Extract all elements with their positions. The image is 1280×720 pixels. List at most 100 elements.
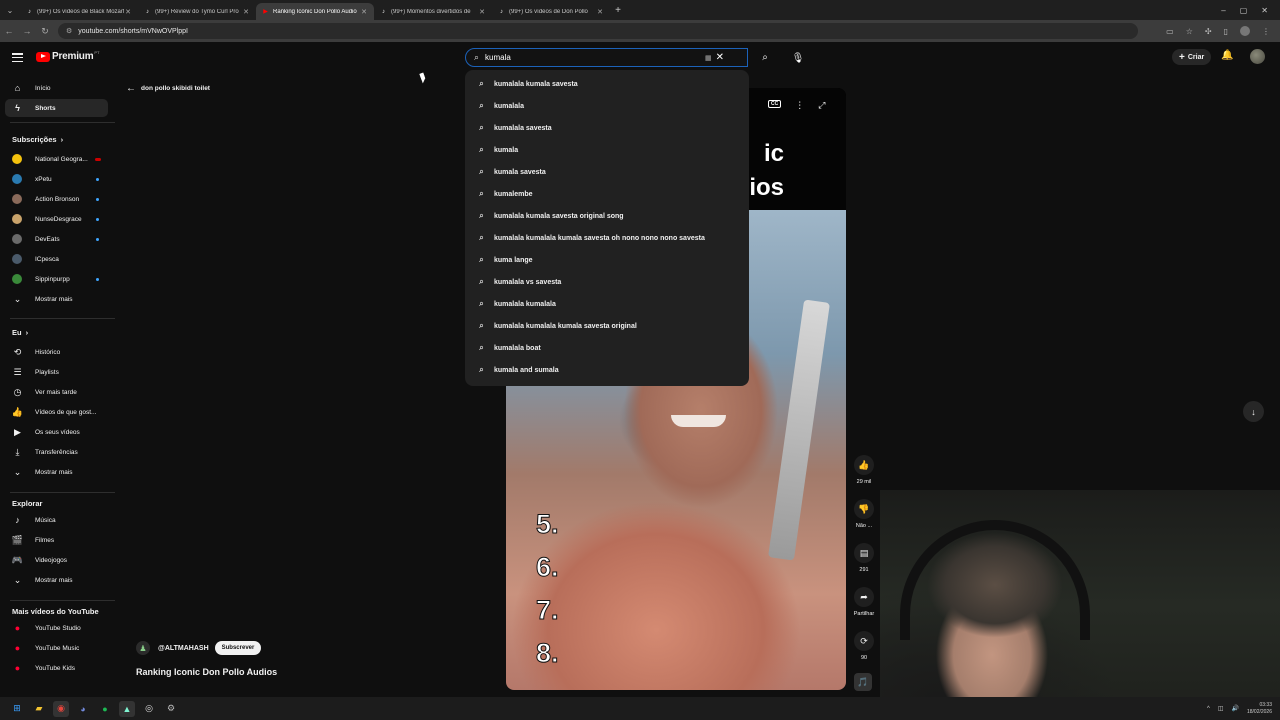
search-suggestion[interactable]: ⌕ kuma lange	[465, 249, 749, 271]
dislike-action[interactable]: 👎 Não ...	[850, 499, 878, 529]
menu-icon[interactable]	[12, 53, 23, 62]
streamlabs-icon[interactable]: ▲	[119, 700, 135, 717]
sidebar-item[interactable]: 🎬 Filmes	[5, 531, 108, 549]
tab-close-icon[interactable]: ✕	[124, 8, 132, 16]
browser-tab[interactable]: ♪ (99+) Review do Tymo Curl Pro ✕	[138, 3, 256, 20]
youtube-product-item[interactable]: ● YouTube Kids	[5, 659, 108, 677]
minimize-icon[interactable]: –	[1221, 6, 1225, 15]
search-box[interactable]: ⌕ ▦ ✕	[465, 48, 748, 67]
share-action[interactable]: ➦ Partilhar	[850, 587, 878, 617]
discord-icon[interactable]: ◕	[75, 701, 91, 717]
tray-chevron-icon[interactable]: ^	[1207, 706, 1210, 712]
keyboard-icon[interactable]: ▦	[705, 54, 712, 62]
settings-icon[interactable]: ⚙	[163, 701, 179, 717]
subscribe-button[interactable]: Subscrever	[214, 641, 262, 655]
subscription-item[interactable]: National Geogra...	[5, 150, 108, 168]
sidebar-toggle-icon[interactable]: ▯	[1224, 27, 1228, 36]
tab-close-icon[interactable]: ✕	[478, 8, 486, 16]
sidebar-item[interactable]: ⤓ Transferências	[5, 443, 108, 461]
sidebar-item[interactable]: ⌄ Mostrar mais	[5, 290, 108, 308]
reload-icon[interactable]: ↻	[36, 26, 54, 37]
captions-icon[interactable]: CC	[768, 100, 782, 108]
notifications-bell-icon[interactable]: 🔔	[1221, 50, 1233, 61]
profile-avatar[interactable]	[1240, 26, 1250, 36]
sound-thumbnail[interactable]: 🎵	[854, 673, 872, 691]
next-short-button[interactable]: ↓	[1243, 401, 1264, 422]
like-action[interactable]: 👍 29 mil	[850, 455, 878, 485]
sidebar-item[interactable]: ☰ Playlists	[5, 363, 108, 381]
search-suggestion[interactable]: ⌕ kumala savesta	[465, 161, 749, 183]
sidebar-item[interactable]: ⌄ Mostrar mais	[5, 463, 108, 481]
subscription-item[interactable]: ICpesca	[5, 250, 108, 268]
bookmark-star-icon[interactable]: ☆	[1186, 27, 1193, 36]
search-input[interactable]	[485, 53, 706, 62]
chrome-icon[interactable]: ◉	[53, 700, 69, 717]
maximize-icon[interactable]: ▢	[1240, 6, 1248, 15]
search-suggestion[interactable]: ⌕ kumala and sumala	[465, 359, 749, 381]
you-heading[interactable]: Eu ›	[12, 328, 28, 337]
search-suggestion[interactable]: ⌕ kumalala kumalala kumala savesta origin…	[465, 315, 749, 337]
short-title[interactable]: Ranking Iconic Don Pollo Audios	[136, 667, 277, 677]
search-suggestion[interactable]: ⌕ kumalala kumala savesta	[465, 73, 749, 95]
address-bar[interactable]: ⚙ youtube.com/shorts/mVNwOVPlppI	[58, 23, 1138, 39]
sidebar-item[interactable]: ϟ Shorts	[5, 99, 108, 117]
create-button[interactable]: + Criar	[1172, 49, 1212, 65]
volume-icon[interactable]: 🔊	[1231, 705, 1238, 712]
tab-close-icon[interactable]: ✕	[596, 8, 604, 16]
sidebar-item[interactable]: 👍 Vídeos de que gost...	[5, 403, 108, 421]
back-nav-icon[interactable]: ←	[0, 26, 18, 36]
sidebar-item[interactable]: ▶ Os seus vídeos	[5, 423, 108, 441]
browser-tab[interactable]: ♪ (99+) Os vídeos de Black Mozart ✕	[20, 3, 138, 20]
search-suggestion[interactable]: ⌕ kumalala kumala savesta original song	[465, 205, 749, 227]
close-window-icon[interactable]: ✕	[1261, 6, 1268, 15]
site-info-icon[interactable]: ⚙	[66, 27, 72, 35]
browser-tab[interactable]: ▶ Ranking Iconic Don Pollo Audio ✕	[256, 3, 374, 20]
new-tab-button[interactable]: +	[610, 5, 626, 16]
sidebar-item[interactable]: ⟲ Histórico	[5, 343, 108, 361]
cast-icon[interactable]: ▭	[1166, 27, 1174, 36]
sidebar-item[interactable]: ⌂ Início	[5, 79, 108, 97]
clear-search-icon[interactable]: ✕	[716, 52, 724, 63]
clock[interactable]: 03:33 18/02/2026	[1247, 702, 1272, 716]
account-avatar[interactable]	[1250, 49, 1265, 64]
youtube-product-item[interactable]: ● YouTube Studio	[5, 619, 108, 637]
windows-start-icon[interactable]: ⊞	[9, 701, 25, 717]
fullscreen-icon[interactable]: ⤢	[818, 100, 825, 111]
remix-action[interactable]: ⟳ 90	[850, 631, 878, 661]
search-suggestion[interactable]: ⌕ kumalala savesta	[465, 117, 749, 139]
obs-icon[interactable]: ◎	[141, 701, 157, 717]
subscription-item[interactable]: DevEats	[5, 230, 108, 248]
forward-nav-icon[interactable]: →	[18, 26, 36, 36]
search-suggestion[interactable]: ⌕ kumalembe	[465, 183, 749, 205]
channel-avatar[interactable]: ♟	[136, 641, 150, 655]
youtube-logo[interactable]: Premium PT	[36, 50, 100, 62]
search-suggestion[interactable]: ⌕ kumalala	[465, 95, 749, 117]
browser-tab[interactable]: ♪ (99+) Os vídeos de Don Pollo ✕	[492, 3, 610, 20]
sidebar-item[interactable]: ♪ Música	[5, 511, 108, 529]
tab-close-icon[interactable]: ✕	[360, 8, 368, 16]
file-explorer-icon[interactable]: ▰	[31, 701, 47, 717]
spotify-icon[interactable]: ●	[97, 701, 113, 717]
search-suggestion[interactable]: ⌕ kumalala vs savesta	[465, 271, 749, 293]
browser-tab[interactable]: ♪ (99+) Momentos divertidos de ✕	[374, 3, 492, 20]
back-to-search[interactable]: ← don pollo skibidi toilet	[126, 83, 210, 94]
extensions-icon[interactable]: ✣	[1205, 27, 1212, 36]
channel-name[interactable]: @ALTMAHASH	[158, 645, 209, 652]
more-options-icon[interactable]: ⋮	[795, 100, 804, 111]
subscription-item[interactable]: xPetu	[5, 170, 108, 188]
tab-close-icon[interactable]: ✕	[242, 8, 250, 16]
sidebar-item[interactable]: 🎮 Videojogos	[5, 551, 108, 569]
sidebar-item[interactable]: ◷ Ver mais tarde	[5, 383, 108, 401]
search-suggestion[interactable]: ⌕ kumala	[465, 139, 749, 161]
microphone-icon[interactable]: 🎙	[787, 47, 809, 69]
subscription-item[interactable]: NunseDesgrace	[5, 210, 108, 228]
search-suggestion[interactable]: ⌕ kumalala boat	[465, 337, 749, 359]
search-button[interactable]: ⌕	[751, 48, 779, 67]
sidebar-item[interactable]: ⌄ Mostrar mais	[5, 571, 108, 589]
youtube-product-item[interactable]: ● YouTube Music	[5, 639, 108, 657]
subscription-item[interactable]: Action Bronson	[5, 190, 108, 208]
network-icon[interactable]: ◫	[1218, 705, 1224, 712]
subscription-item[interactable]: Sippinpurpp	[5, 270, 108, 288]
search-suggestion[interactable]: ⌕ kumalala kumalala kumala savesta oh non…	[465, 227, 749, 249]
subscriptions-heading[interactable]: Subscrições ›	[12, 135, 63, 144]
